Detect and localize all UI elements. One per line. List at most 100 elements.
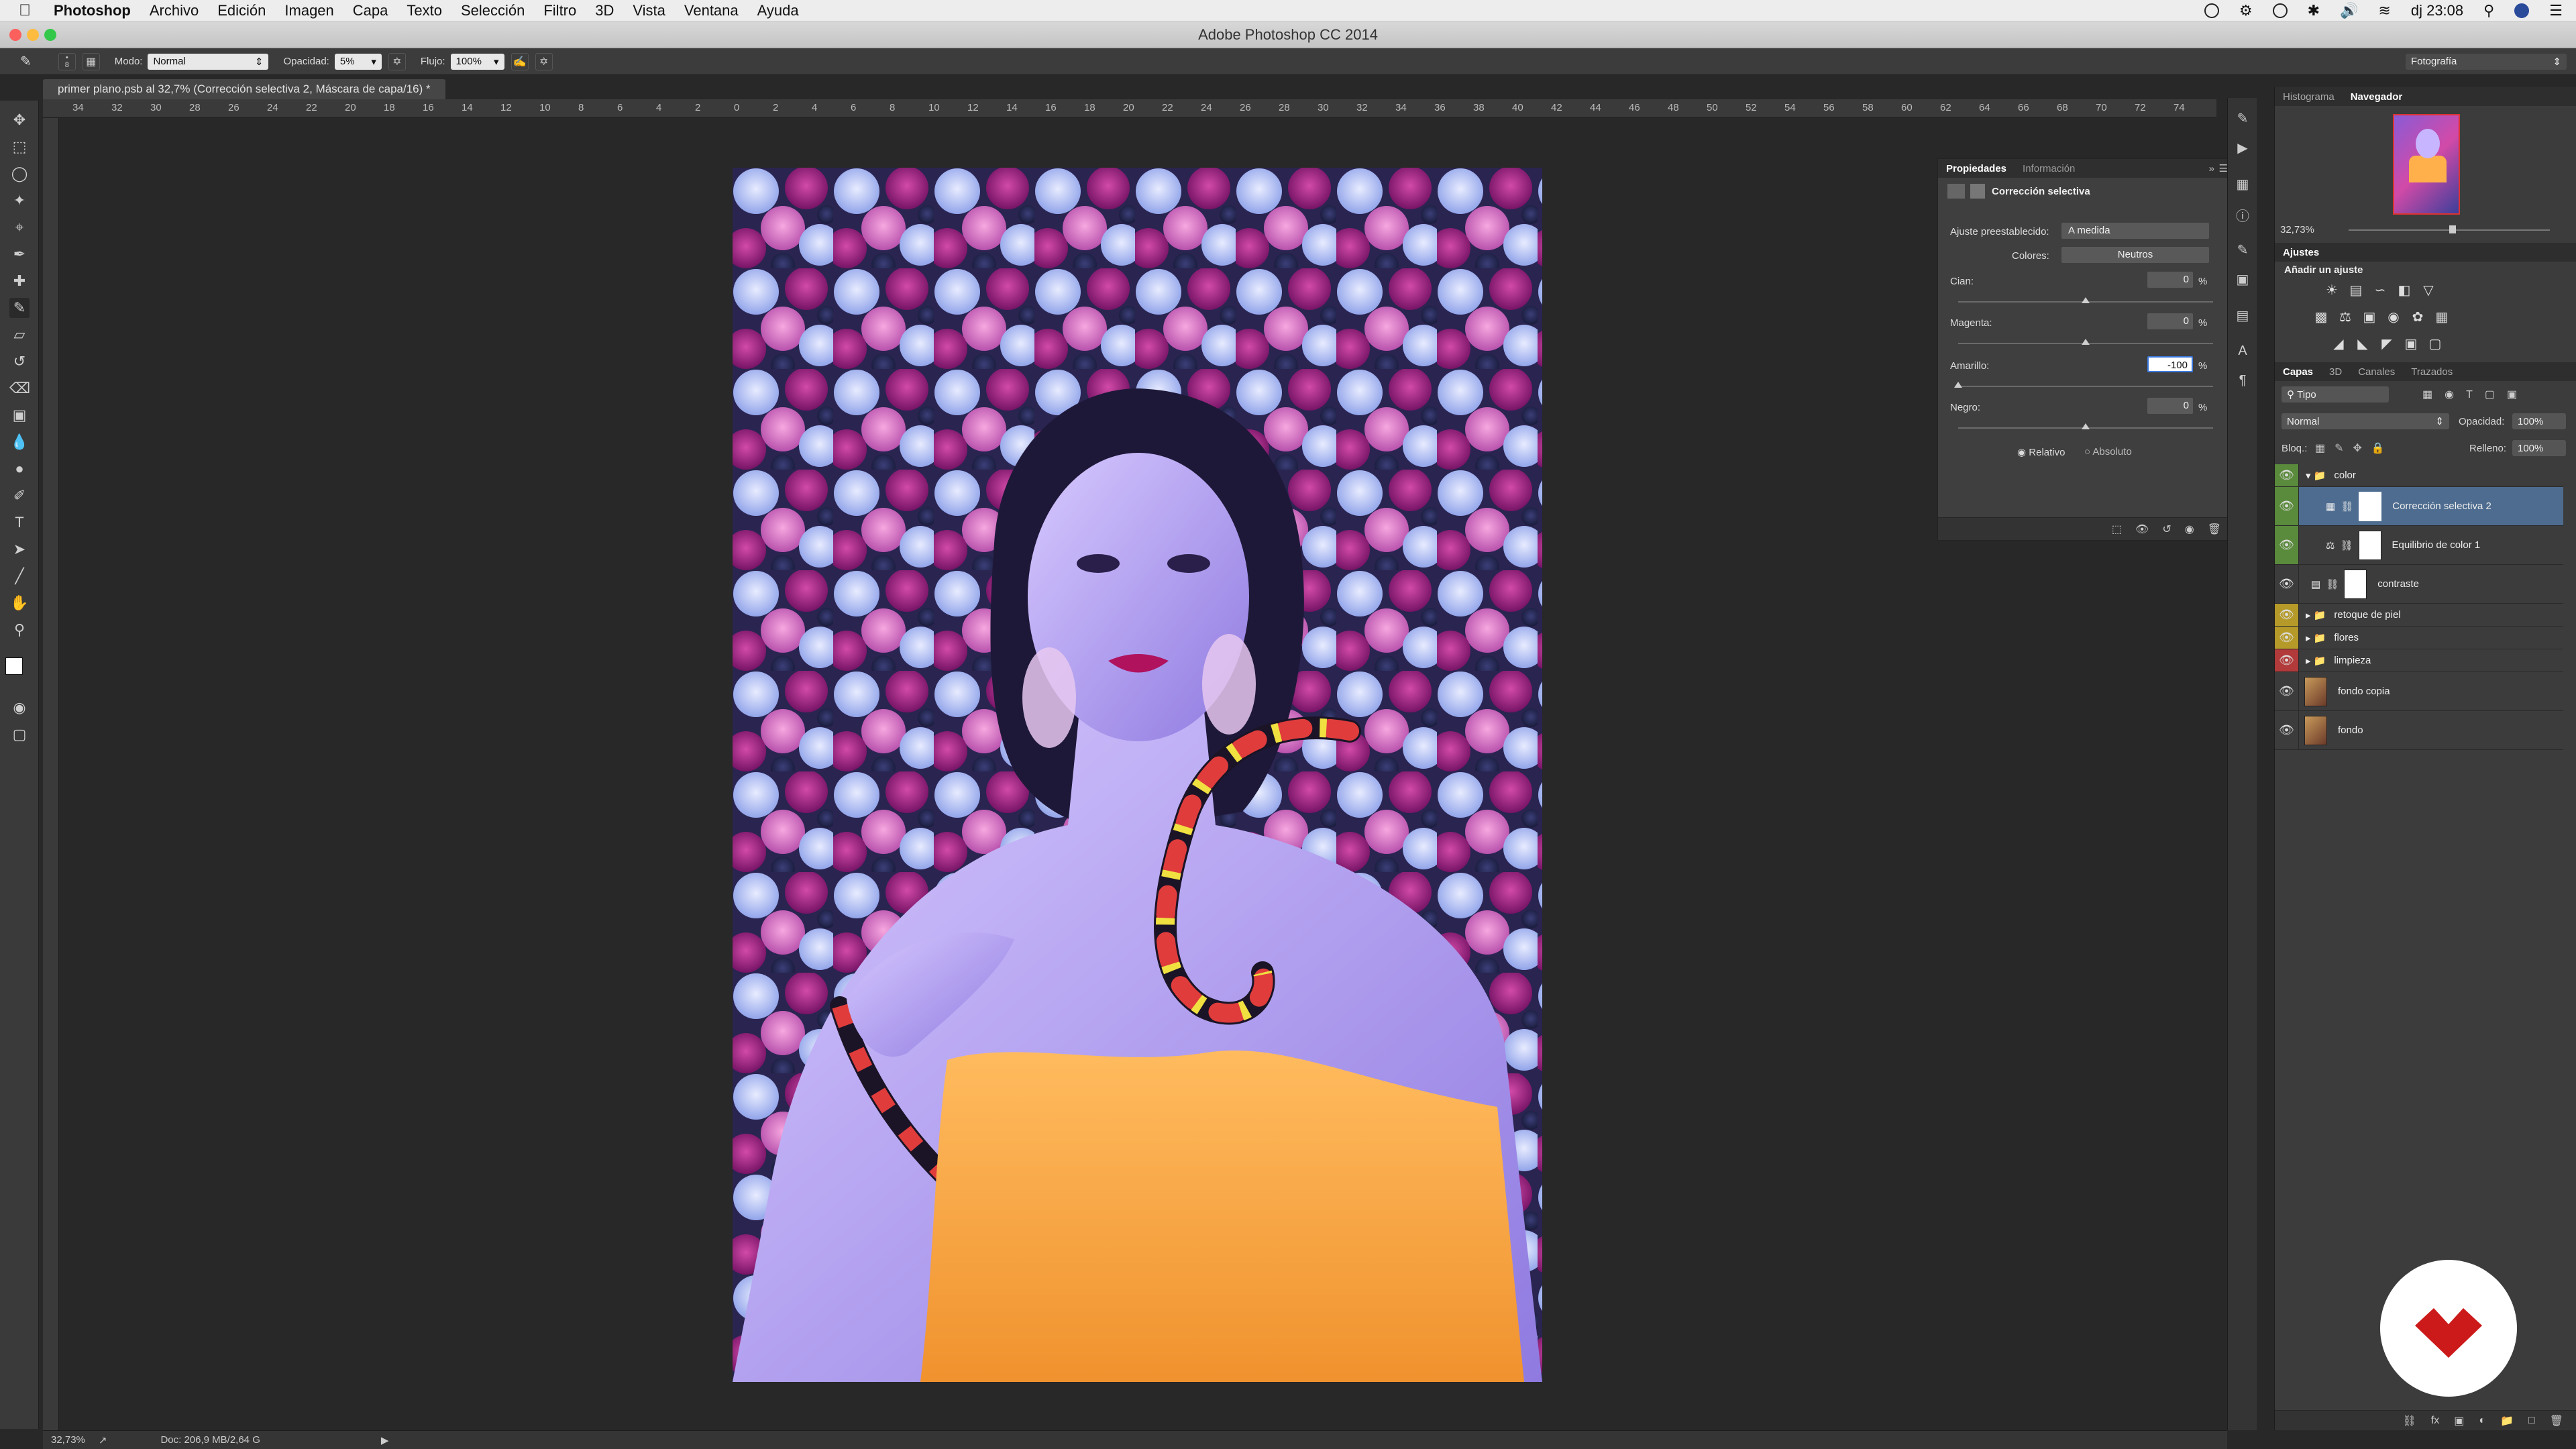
layer-filter-icons[interactable]: ▦◉T▢▣	[2422, 388, 2529, 401]
tab-histograma[interactable]: Histograma	[2275, 91, 2343, 103]
info-panel-icon[interactable]: ⓘ	[2235, 205, 2251, 224]
eye-icon[interactable]: 👁	[2275, 604, 2299, 626]
photo-filter-icon[interactable]: ◉	[2383, 309, 2404, 326]
quick-mask-icon[interactable]: ◉	[9, 698, 30, 718]
zoom-button[interactable]	[44, 29, 56, 41]
layer-blend-mode-select[interactable]: Normal ⇕	[2282, 413, 2449, 429]
color-lookup-icon[interactable]: ▦	[2432, 309, 2452, 326]
eye-icon[interactable]: 👁	[2275, 464, 2299, 486]
yellow-input[interactable]: -100	[2147, 356, 2193, 372]
curves-icon[interactable]: ∽	[2370, 282, 2390, 299]
new-layer-icon[interactable]: □	[2528, 1415, 2535, 1427]
lock-icons[interactable]: ▦✎✥🔒	[2315, 441, 2394, 455]
marquee-tool-icon[interactable]: ⬚	[9, 137, 30, 157]
navigator-zoom[interactable]: 32,73%	[2280, 224, 2314, 235]
menu-app-name[interactable]: Photoshop	[54, 2, 131, 19]
menu-vista[interactable]: Vista	[633, 2, 665, 19]
clone-source-icon[interactable]: ▣	[2235, 271, 2251, 287]
layer-opacity-input[interactable]: 100%	[2512, 413, 2566, 429]
foreground-color-swatch[interactable]	[5, 657, 23, 675]
brush-tool-icon[interactable]: ✎	[20, 53, 32, 70]
layer-mask-thumbnail[interactable]	[2359, 491, 2382, 521]
layer-filter-select[interactable]: ⚲ Tipo	[2282, 386, 2389, 402]
character-panel-icon[interactable]: A	[2235, 343, 2251, 360]
eraser-tool-icon[interactable]: ⌫	[9, 378, 30, 398]
hand-tool-icon[interactable]: ✋	[9, 593, 30, 613]
properties-panel-icon[interactable]: ▦	[2235, 176, 2251, 192]
dropbox-icon[interactable]	[2272, 3, 2288, 18]
delete-icon[interactable]: 🗑	[2208, 523, 2221, 536]
layer-mask-thumbnail[interactable]	[2344, 569, 2367, 599]
layer-group-retoque-de-piel[interactable]: 👁 ▸ 📁 retoque de piel	[2275, 604, 2563, 627]
navigator-zoom-slider[interactable]	[2349, 225, 2550, 233]
group-closed-icon[interactable]: ▸ 📁	[2306, 655, 2326, 667]
vibrance-icon[interactable]: ▽	[2418, 282, 2438, 299]
eye-icon[interactable]: 👁	[2275, 627, 2299, 649]
cyan-slider[interactable]	[1958, 297, 2213, 303]
dodge-tool-icon[interactable]: ●	[9, 459, 30, 479]
eye-icon[interactable]: 👁	[2275, 487, 2299, 525]
tab-canales[interactable]: Canales	[2350, 366, 2403, 378]
brush-tool-icon-selected[interactable]: ✎	[9, 298, 30, 318]
pen-tool-icon[interactable]: ✐	[9, 486, 30, 506]
posterize-icon[interactable]: ◣	[2353, 335, 2373, 353]
preset-select[interactable]: A medida	[2061, 223, 2209, 239]
paragraph-panel-icon[interactable]: ¶	[2235, 373, 2251, 389]
layer-fondo[interactable]: 👁 fondo	[2275, 711, 2563, 750]
history-panel-icon[interactable]: ✎	[2235, 110, 2251, 126]
line-tool-icon[interactable]: ╱	[9, 566, 30, 586]
stamp-tool-icon[interactable]: ▱	[9, 325, 30, 345]
black-input[interactable]: 0	[2147, 398, 2193, 414]
brush-panel-icon[interactable]: ✎	[2235, 241, 2251, 258]
gradient-tool-icon[interactable]: ▣	[9, 405, 30, 425]
invert-icon[interactable]: ◢	[2328, 335, 2349, 353]
opacity-input[interactable]: 5% ▾	[334, 53, 382, 70]
tab-3d[interactable]: 3D	[2321, 366, 2350, 378]
menu-imagen[interactable]: Imagen	[284, 2, 333, 19]
new-group-icon[interactable]: 📁	[2500, 1414, 2514, 1428]
reset-icon[interactable]: ↺	[2162, 523, 2171, 536]
blur-tool-icon[interactable]: 💧	[9, 432, 30, 452]
radio-absolute[interactable]: ○ Absoluto	[2084, 446, 2132, 458]
magenta-input[interactable]: 0	[2147, 313, 2193, 329]
magic-wand-tool-icon[interactable]: ✦	[9, 191, 30, 211]
layer-mask-thumbnail[interactable]	[2358, 530, 2381, 560]
tool-presets-icon[interactable]: ▤	[2235, 307, 2251, 323]
flow-input[interactable]: 100% ▾	[450, 53, 504, 70]
zoom-tool-icon[interactable]: ⚲	[9, 620, 30, 640]
eye-icon[interactable]: 👁	[2275, 672, 2299, 710]
hue-saturation-icon[interactable]: ▩	[2311, 309, 2331, 326]
chain-link-icon[interactable]: ⛓	[2326, 578, 2339, 590]
pressure-size-icon[interactable]: ✡	[535, 52, 553, 70]
vertical-ruler[interactable]	[43, 118, 59, 1430]
clip-to-layer-icon[interactable]: ⬚	[2112, 523, 2122, 536]
notifications-icon[interactable]: ☰	[2549, 2, 2563, 19]
mask-icon[interactable]	[1970, 184, 1985, 199]
layer-group-color[interactable]: 👁 ▾ 📁 color	[2275, 464, 2563, 487]
wifi-icon[interactable]: ≋	[2378, 2, 2390, 19]
magenta-slider[interactable]	[1958, 339, 2213, 345]
menubar-clock[interactable]: dj 23:08	[2411, 2, 2463, 19]
user-icon[interactable]	[2514, 3, 2530, 18]
eye-icon[interactable]: 👁	[2275, 649, 2299, 672]
menu-capa[interactable]: Capa	[353, 2, 388, 19]
chain-link-icon[interactable]: ⛓	[2340, 539, 2353, 551]
layer-fondo-copia[interactable]: 👁 fondo copia	[2275, 672, 2563, 711]
share-icon[interactable]: ↗	[99, 1434, 107, 1446]
move-tool-icon[interactable]: ✥	[9, 110, 30, 130]
type-tool-icon[interactable]: T	[9, 513, 30, 533]
crop-tool-icon[interactable]: ⌖	[9, 217, 30, 237]
tools-icon[interactable]: ⚙	[2239, 2, 2253, 19]
threshold-icon[interactable]: ◤	[2377, 335, 2397, 353]
airbrush-icon[interactable]: ✍	[511, 52, 529, 70]
link-layers-icon[interactable]: ⛓	[2403, 1414, 2416, 1428]
menu-ventana[interactable]: Ventana	[684, 2, 739, 19]
workspace-select[interactable]: Fotografía ⇕	[2406, 53, 2567, 70]
collapse-icon[interactable]: »	[2209, 163, 2214, 174]
healing-tool-icon[interactable]: ✚	[9, 271, 30, 291]
volume-icon[interactable]: 🔊	[2340, 2, 2358, 19]
tab-trazados[interactable]: Trazados	[2403, 366, 2461, 378]
new-adjustment-icon[interactable]: ◐	[2479, 1415, 2485, 1427]
tab-informacion[interactable]: Información	[2015, 159, 2083, 178]
layer-group-limpieza[interactable]: 👁 ▸ 📁 limpieza	[2275, 649, 2563, 672]
